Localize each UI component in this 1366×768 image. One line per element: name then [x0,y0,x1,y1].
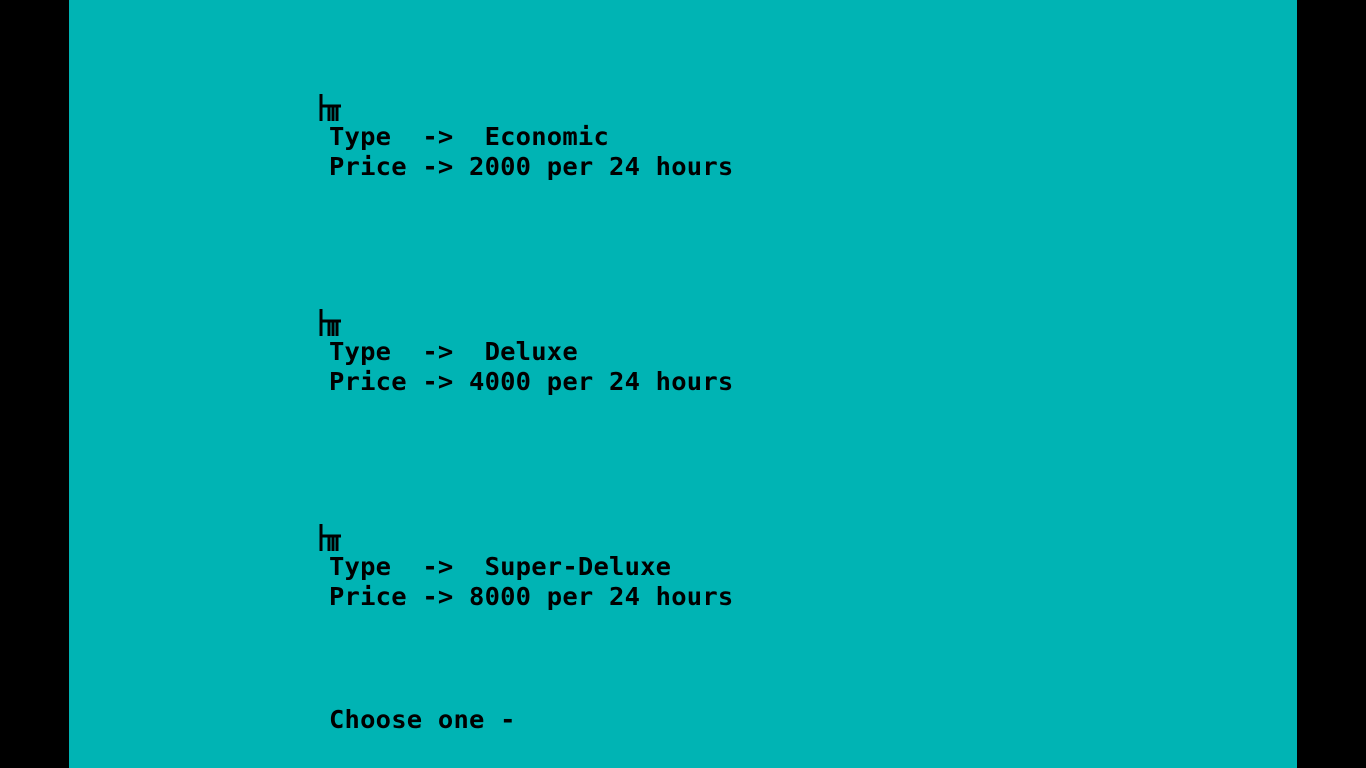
room-type-super-deluxe: Type -> Super-Deluxe [329,552,672,581]
room-type-economic: Type -> Economic [329,122,610,151]
room-glyph-icon [319,524,341,551]
room-price-super-deluxe: Price -> 8000 per 24 hours [329,582,734,611]
room-price-deluxe: Price -> 4000 per 24 hours [329,367,734,396]
room-glyph-icon [319,309,341,336]
room-type-deluxe: Type -> Deluxe [329,337,578,366]
room-price-economic: Price -> 2000 per 24 hours [329,152,734,181]
choose-prompt[interactable]: Choose one - [329,705,516,735]
room-glyph-icon [319,94,341,121]
dos-console-screen: Type -> Economic Price -> 2000 per 24 ho… [69,0,1297,768]
